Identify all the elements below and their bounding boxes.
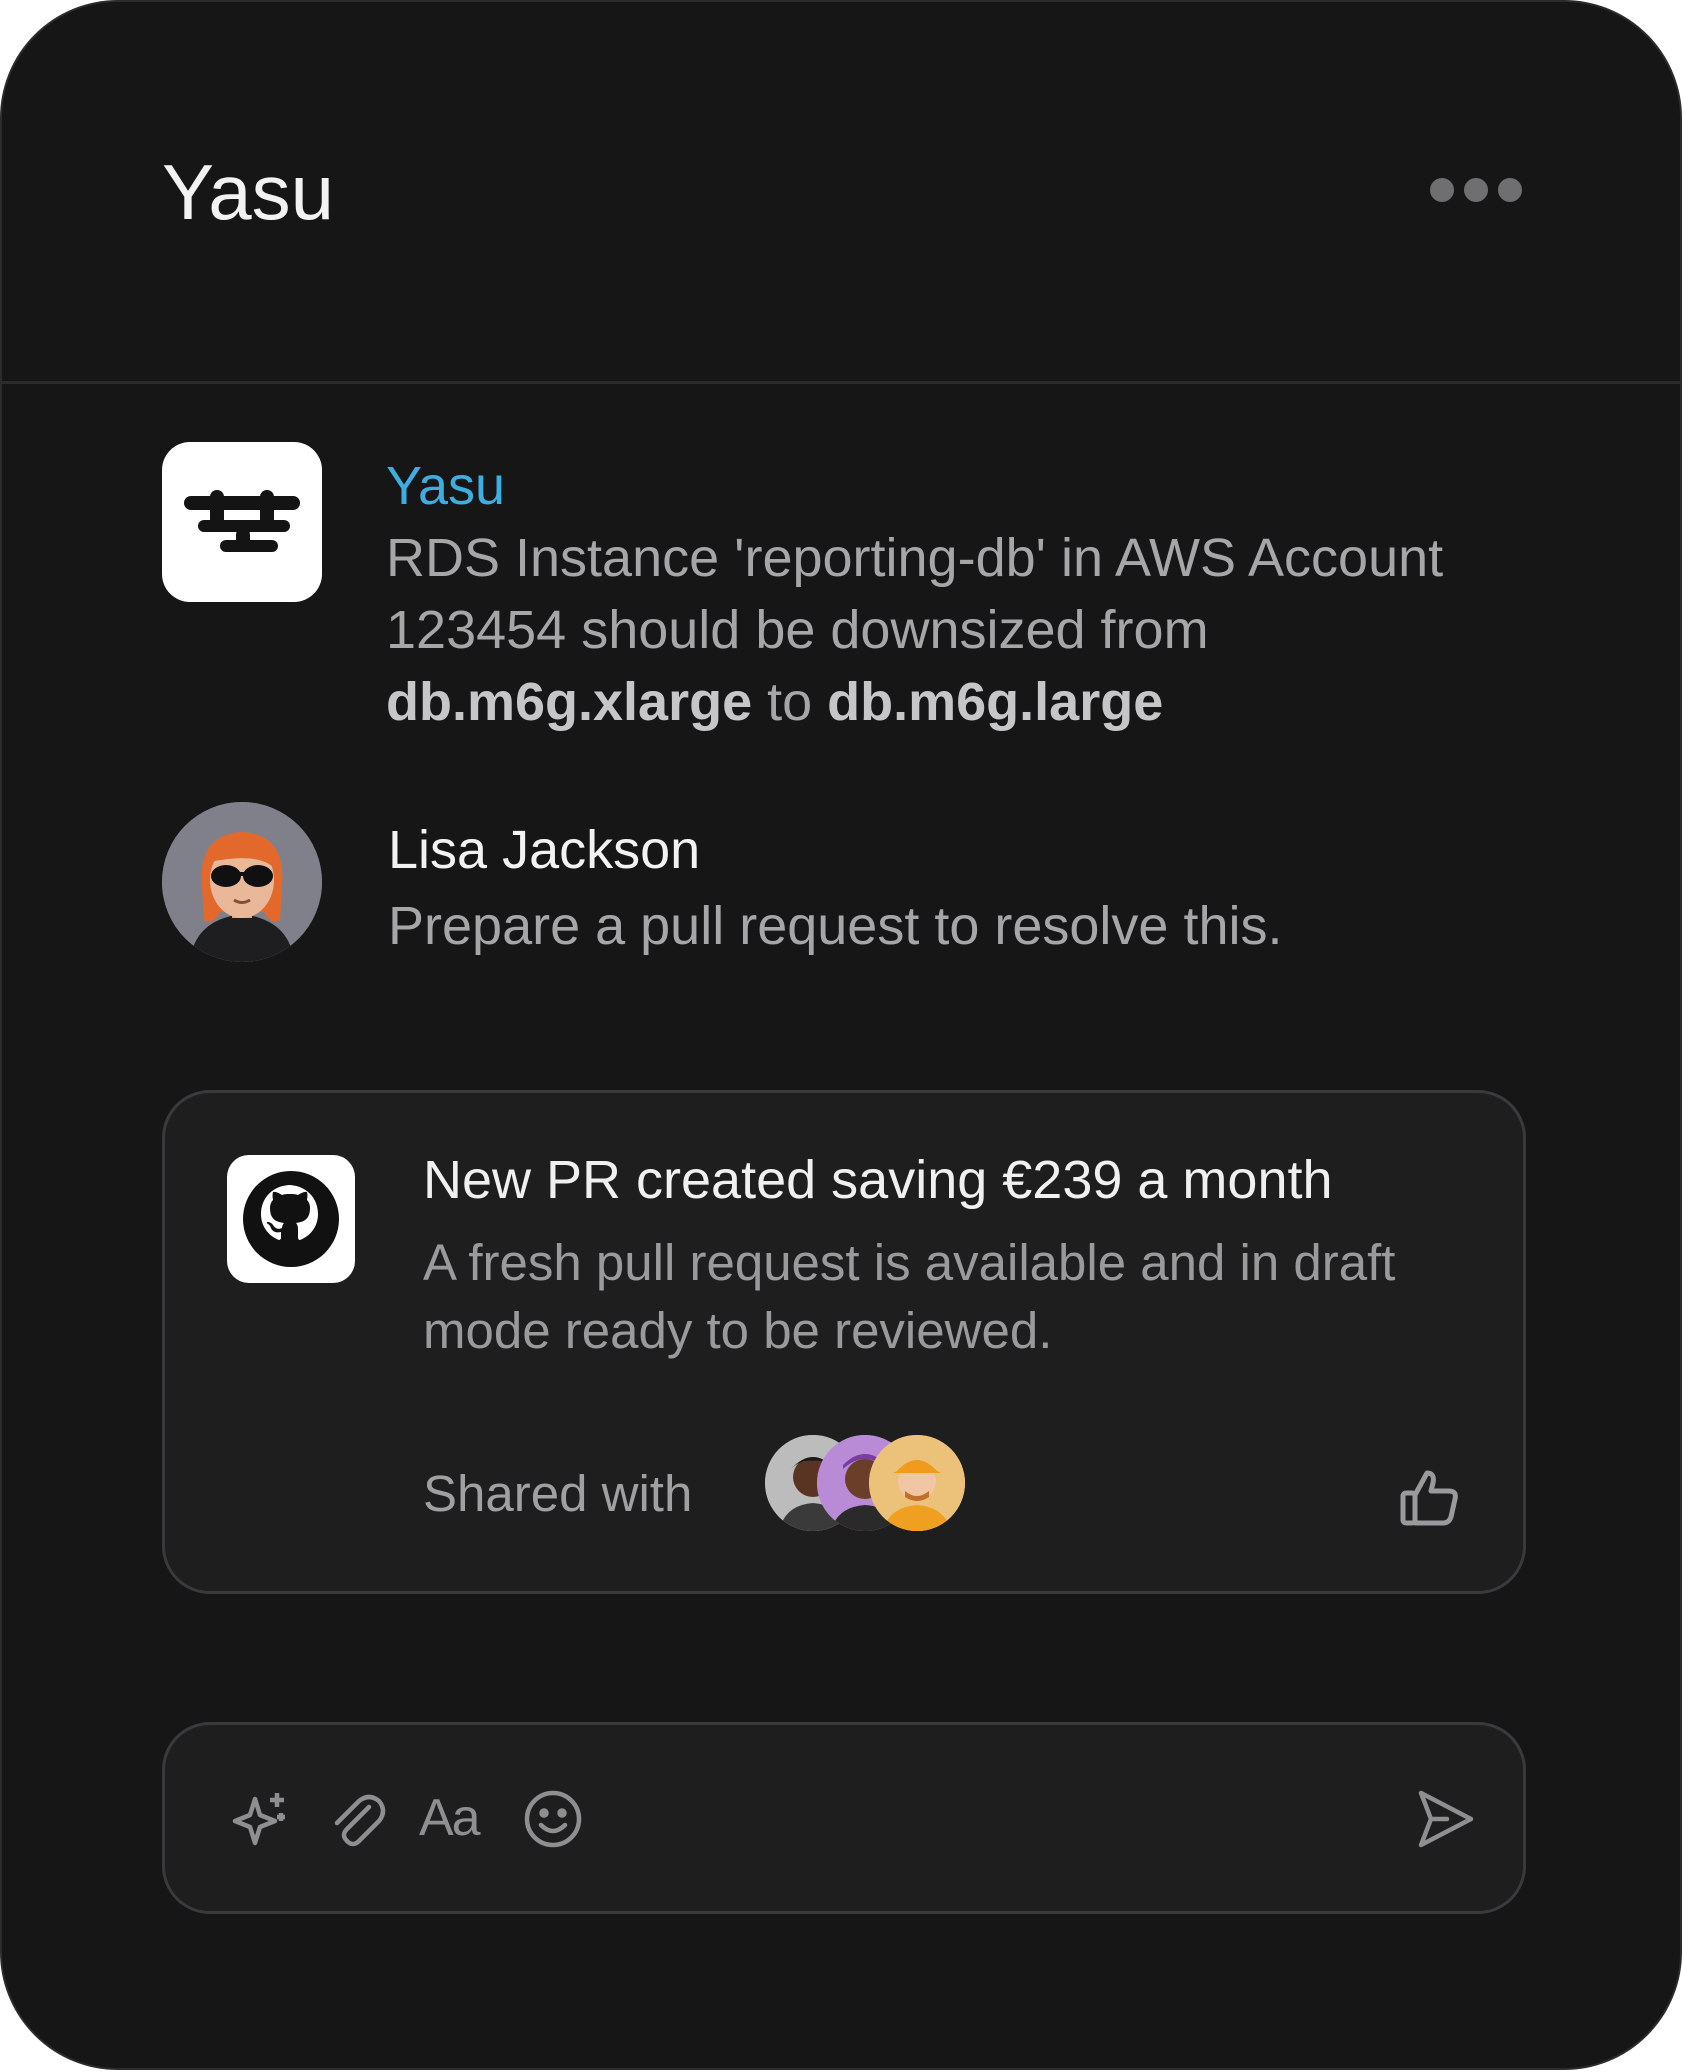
sparkles-icon [232, 1793, 285, 1846]
message-text-yasu: RDS Instance 'reporting-db' in AWS Accou… [386, 522, 1443, 738]
ai-assist-button[interactable] [229, 1787, 293, 1851]
avatar-image [869, 1435, 965, 1531]
github-tile [227, 1155, 355, 1283]
more-options-button[interactable] [1430, 172, 1522, 208]
more-horizontal-icon-dot [1498, 178, 1522, 202]
instance-size-to: db.m6g.large [827, 672, 1164, 732]
pull-request-card[interactable]: New PR created saving €239 a month A fre… [162, 1090, 1526, 1594]
paperclip-icon [334, 1794, 386, 1847]
emoji-icon [524, 1790, 582, 1848]
yasu-logo-icon [184, 490, 300, 552]
shared-with-avatars [765, 1435, 985, 1535]
chat-title: Yasu [162, 148, 334, 236]
more-horizontal-icon [1430, 178, 1454, 202]
shared-with-label: Shared with [423, 1465, 693, 1522]
send-button[interactable] [1413, 1787, 1477, 1851]
message-text-lisa: Prepare a pull request to resolve this. [388, 896, 1283, 956]
lisa-jackson-avatar-image [162, 802, 322, 962]
text-format-button[interactable]: Aa [419, 1783, 481, 1853]
message-author: Yasu [386, 456, 506, 516]
like-button[interactable] [1397, 1465, 1461, 1529]
attach-button[interactable] [325, 1787, 389, 1851]
chat-header: Yasu [2, 2, 1680, 384]
yasu-logo-avatar [162, 442, 322, 602]
chat-panel: Yasu Yasu RDS Instance 'reporting-db' in… [0, 0, 1682, 2070]
text-format-icon: Aa [419, 1789, 481, 1847]
message-author-yasu: Yasu [386, 453, 505, 519]
emoji-button[interactable] [521, 1787, 585, 1851]
user-avatar[interactable] [869, 1435, 965, 1531]
instance-size-from: db.m6g.xlarge [386, 672, 753, 732]
more-horizontal-icon-dot [1464, 178, 1488, 202]
github-icon [243, 1171, 339, 1267]
thumbs-up-icon [1400, 1470, 1458, 1526]
pr-description: A fresh pull request is available and in… [423, 1234, 1396, 1359]
send-icon [1418, 1790, 1474, 1848]
message-composer[interactable]: Aa [162, 1722, 1526, 1914]
message-line: db.m6g.xlarge to db.m6g.large [386, 666, 1443, 738]
message-author-lisa: Lisa Jackson [388, 820, 701, 880]
pr-title: New PR created saving €239 a month [423, 1150, 1333, 1210]
message-line: RDS Instance 'reporting-db' in AWS Accou… [386, 528, 1444, 588]
message-line: 123454 should be downsized from [386, 600, 1209, 660]
user-avatar[interactable] [162, 802, 322, 962]
message-connector: to [752, 672, 828, 732]
